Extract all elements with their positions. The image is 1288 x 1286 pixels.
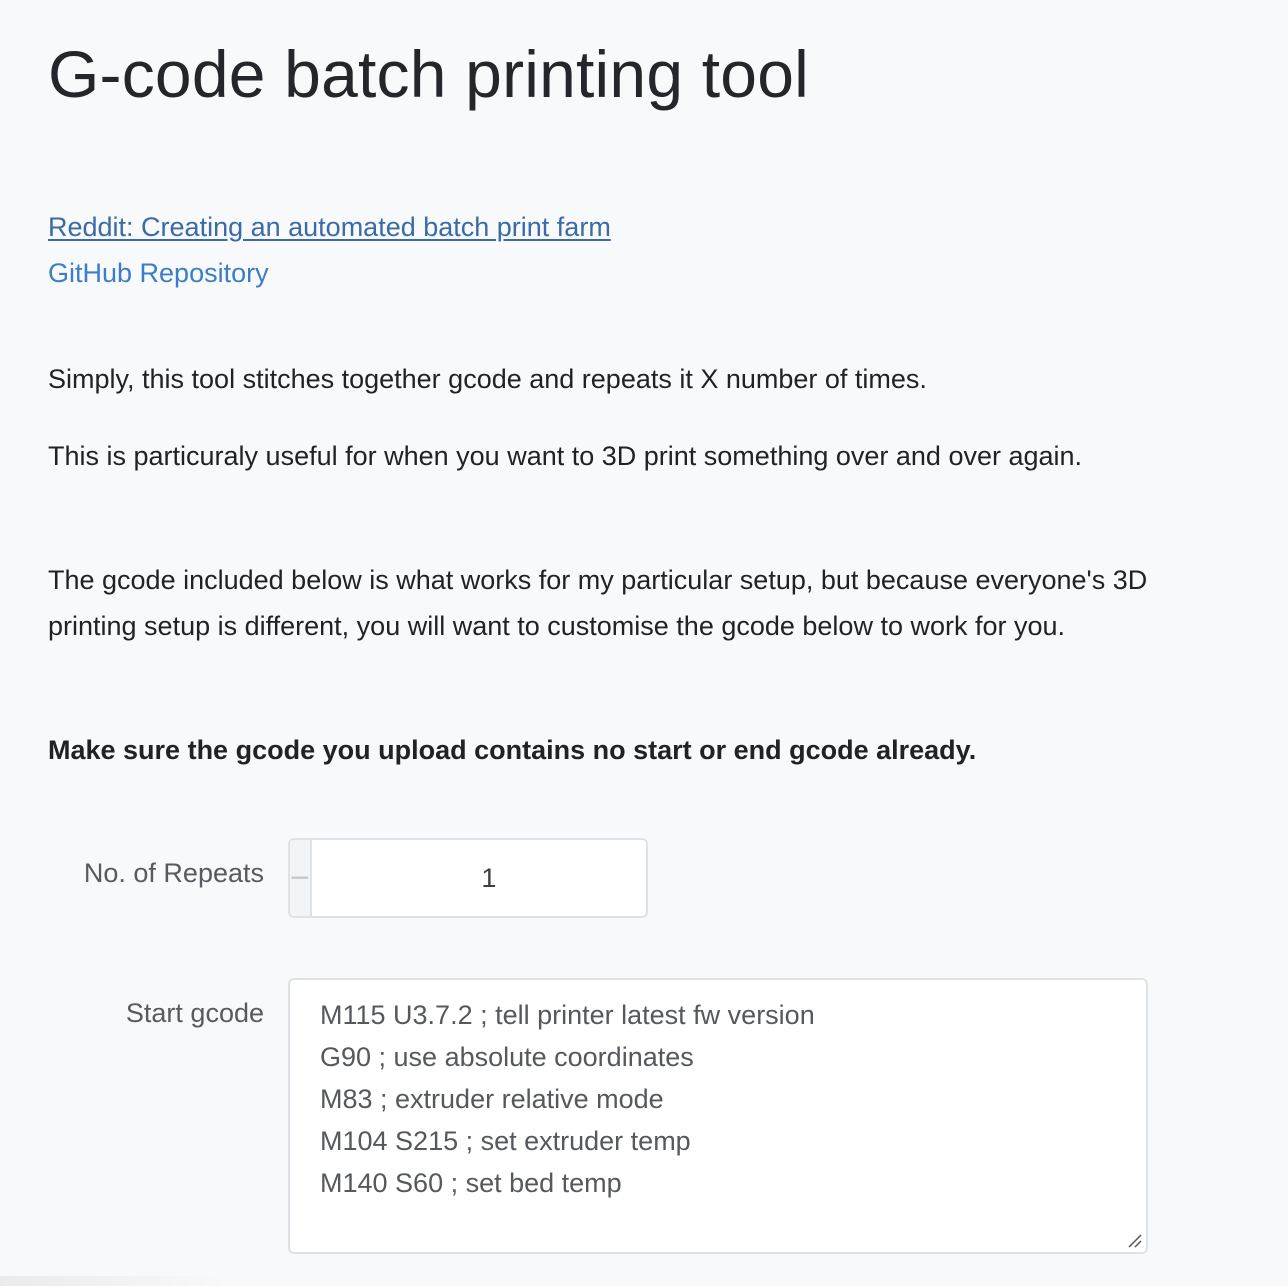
- gcode-line: M104 S215 ; set extruder temp: [320, 1126, 691, 1156]
- intro-paragraph-3: The gcode included below is what works f…: [48, 565, 1148, 641]
- start-gcode-label: Start gcode: [125, 998, 264, 1028]
- links-list: Reddit: Creating an automated batch prin…: [48, 204, 611, 296]
- gcode-line: M83 ; extruder relative mode: [320, 1084, 664, 1114]
- gcode-line: M140 S60 ; set bed temp: [320, 1168, 622, 1198]
- gcode-line: M115 U3.7.2 ; tell printer latest fw ver…: [320, 1000, 815, 1030]
- repeats-label: No. of Repeats: [83, 858, 264, 888]
- start-gcode-textarea[interactable]: M115 U3.7.2 ; tell printer latest fw ver…: [288, 978, 1148, 1254]
- page: G-code batch printing tool Reddit: Creat…: [0, 0, 1288, 1286]
- github-link[interactable]: GitHub Repository: [48, 250, 611, 296]
- decrement-button[interactable]: −: [290, 840, 312, 916]
- reddit-link[interactable]: Reddit: Creating an automated batch prin…: [48, 204, 611, 250]
- gcode-line: G90 ; use absolute coordinates: [320, 1042, 694, 1072]
- repeats-input[interactable]: [311, 840, 646, 916]
- repeats-stepper: − +: [288, 838, 648, 918]
- resize-grip-icon[interactable]: [1126, 1232, 1142, 1248]
- minus-icon: −: [290, 858, 310, 897]
- intro-paragraph-1: Simply, this tool stitches together gcod…: [48, 364, 927, 394]
- scroll-shadow: [0, 1276, 230, 1286]
- warning-paragraph: Make sure the gcode you upload contains …: [48, 735, 977, 765]
- page-title: G-code batch printing tool: [48, 37, 809, 111]
- intro-paragraph-2: This is particuraly useful for when you …: [48, 441, 1083, 471]
